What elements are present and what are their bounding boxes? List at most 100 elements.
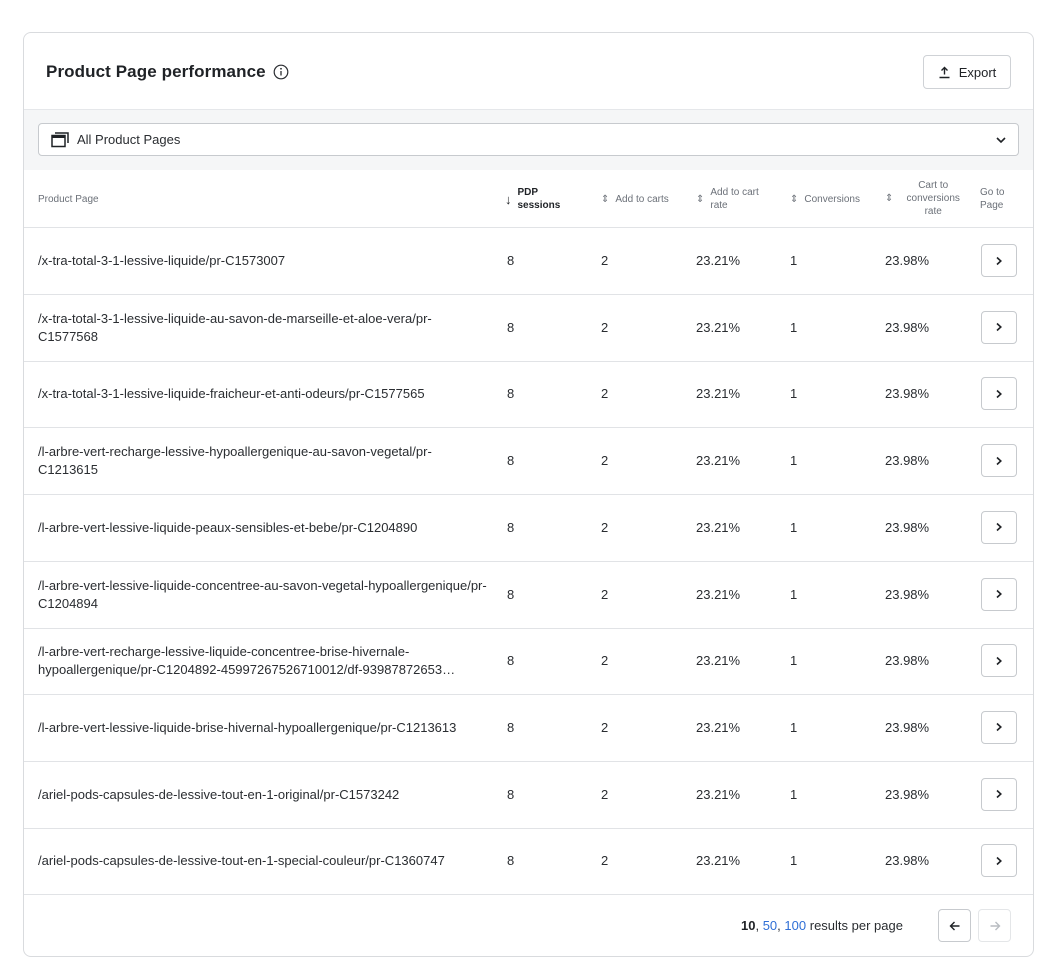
pdp-sessions-value: 8	[507, 319, 515, 335]
go-to-page-button[interactable]	[981, 510, 1017, 544]
cart-to-conversions-rate-value: 23.98%	[885, 586, 930, 602]
per-page-option-50[interactable]: 50	[763, 918, 777, 933]
export-label: Export	[958, 64, 997, 80]
product-pages-select[interactable]: All Product Pages	[38, 123, 1019, 156]
add-to-carts-value: 2	[601, 453, 609, 469]
column-header-pdp-sessions[interactable]: ↓ PDP sessions	[505, 186, 580, 212]
product-page-text: /ariel-pods-capsules-de-lessive-tout-en-…	[38, 786, 400, 802]
column-label: Conversions	[804, 194, 860, 205]
add-to-carts-value: 2	[601, 853, 609, 869]
sort-icon: ⇕	[885, 193, 894, 204]
table-row: /l-arbre-vert-lessive-liquide-peaux-sens…	[24, 495, 1033, 562]
chevron-right-icon	[996, 389, 1002, 398]
conversions-value: 1	[790, 853, 798, 869]
table-row: /l-arbre-vert-lessive-liquide-brise-hive…	[24, 695, 1033, 762]
go-to-page-button[interactable]	[981, 710, 1017, 744]
product-page-text: /ariel-pods-capsules-de-lessive-tout-en-…	[38, 853, 445, 869]
go-to-page-button[interactable]	[981, 444, 1017, 478]
product-page-path: /x-tra-total-3-1-lessive-liquide-au-savo…	[38, 310, 488, 346]
per-page-option-100[interactable]: 100	[784, 918, 806, 933]
next-page-button[interactable]	[978, 909, 1011, 942]
add-to-cart-rate-value: 23.21%	[696, 586, 741, 602]
cart-to-conversions-rate-value: 23.98%	[885, 453, 930, 469]
conversions-value: 1	[790, 586, 798, 602]
column-header-add-to-cart-rate[interactable]: ⇕ Add to cart rate	[696, 186, 776, 212]
sort-icon: ⇕	[601, 194, 610, 205]
add-to-carts-value: 2	[601, 653, 609, 669]
column-header-conversions[interactable]: ⇕ Conversions	[790, 193, 860, 206]
pdp-sessions-value: 8	[507, 586, 515, 602]
product-page-text: /l-arbre-vert-recharge-lessive-hypoaller…	[38, 444, 432, 478]
info-icon[interactable]	[273, 64, 289, 80]
conversions-value: 1	[790, 786, 798, 802]
table-row: /x-tra-total-3-1-lessive-liquide/pr-C157…	[24, 228, 1033, 295]
table-row: /l-arbre-vert-lessive-liquide-concentree…	[24, 562, 1033, 629]
go-to-page-button[interactable]	[981, 577, 1017, 611]
cart-to-conversions-rate-value: 23.98%	[885, 319, 930, 335]
column-label: Cart to conversions rate	[906, 180, 960, 217]
upload-icon	[939, 66, 950, 78]
results-per-page: 10, 50, 100 results per page	[741, 918, 903, 933]
filter-bar: All Product Pages	[24, 110, 1033, 170]
column-label: Go to Page	[980, 187, 1005, 211]
product-page-text: /x-tra-total-3-1-lessive-liquide-fraiche…	[38, 386, 425, 402]
column-label: Add to cart rate	[710, 187, 759, 211]
table-row: /l-arbre-vert-recharge-lessive-liquide-c…	[24, 628, 1033, 696]
column-header-add-to-carts[interactable]: ⇕ Add to carts	[601, 193, 669, 206]
add-to-cart-rate-value: 23.21%	[696, 853, 741, 869]
product-page-performance-card: Product Page performance Export All Prod…	[23, 32, 1034, 957]
conversions-value: 1	[790, 653, 798, 669]
add-to-carts-value: 2	[601, 586, 609, 602]
add-to-carts-value: 2	[601, 253, 609, 268]
add-to-cart-rate-value: 23.21%	[696, 453, 741, 469]
cart-to-conversions-rate-value: 23.98%	[885, 653, 930, 669]
select-value: All Product Pages	[77, 132, 181, 147]
per-page-option-10[interactable]: 10	[741, 918, 755, 933]
go-to-page-button[interactable]	[981, 844, 1017, 878]
column-header-cart-to-conversions-rate[interactable]: ⇕ Cart to conversions rate	[885, 179, 967, 218]
arrow-left-icon	[949, 921, 959, 930]
pdp-sessions-value: 8	[507, 786, 515, 802]
add-to-carts-value: 2	[601, 319, 609, 335]
column-header-product-page[interactable]: Product Page	[38, 193, 99, 206]
pdp-sessions-value: 8	[507, 719, 515, 735]
go-to-page-button[interactable]	[981, 377, 1017, 411]
pdp-sessions-value: 8	[507, 453, 515, 469]
product-page-text: /x-tra-total-3-1-lessive-liquide/pr-C157…	[38, 253, 286, 268]
chevron-right-icon	[996, 589, 1002, 599]
product-page-text: /l-arbre-vert-recharge-lessive-liquide-c…	[38, 644, 456, 678]
product-page-text: /x-tra-total-3-1-lessive-liquide-au-savo…	[38, 310, 432, 344]
column-label: Product Page	[38, 194, 99, 205]
column-label: Add to carts	[615, 194, 669, 205]
add-to-carts-value: 2	[601, 386, 609, 402]
go-to-page-button[interactable]	[981, 244, 1017, 277]
chevron-right-icon	[996, 256, 1002, 265]
sort-icon: ⇕	[696, 193, 705, 205]
arrow-down-icon: ↓	[505, 191, 512, 207]
page-title: Product Page performance	[46, 62, 266, 81]
chevron-right-icon	[996, 323, 1002, 332]
conversions-value: 1	[790, 453, 798, 469]
card-header: Product Page performance Export	[24, 33, 1033, 110]
export-button[interactable]: Export	[923, 55, 1011, 89]
conversions-value: 1	[790, 719, 798, 735]
add-to-cart-rate-value: 23.21%	[696, 319, 741, 335]
product-page-path: /l-arbre-vert-recharge-lessive-liquide-c…	[38, 643, 488, 679]
add-to-carts-value: 2	[601, 786, 609, 802]
add-to-cart-rate-value: 23.21%	[696, 653, 741, 669]
pdp-sessions-value: 8	[507, 653, 515, 669]
go-to-page-button[interactable]	[981, 644, 1017, 678]
go-to-page-button[interactable]	[981, 310, 1017, 344]
previous-page-button[interactable]	[938, 909, 971, 942]
product-page-path: /x-tra-total-3-1-lessive-liquide/pr-C157…	[38, 252, 488, 270]
product-page-path: /l-arbre-vert-lessive-liquide-brise-hive…	[38, 719, 488, 737]
column-label: PDP sessions	[517, 187, 561, 211]
pdp-sessions-value: 8	[507, 853, 515, 869]
go-to-page-button[interactable]	[981, 777, 1017, 811]
product-page-text: /l-arbre-vert-lessive-liquide-peaux-sens…	[38, 519, 418, 535]
add-to-carts-value: 2	[601, 519, 609, 535]
table-header: Product Page ↓ PDP sessions ⇕ Add to car…	[24, 170, 1033, 228]
add-to-cart-rate-value: 23.21%	[696, 253, 741, 268]
conversions-value: 1	[790, 253, 798, 268]
pdp-sessions-value: 8	[507, 386, 515, 402]
